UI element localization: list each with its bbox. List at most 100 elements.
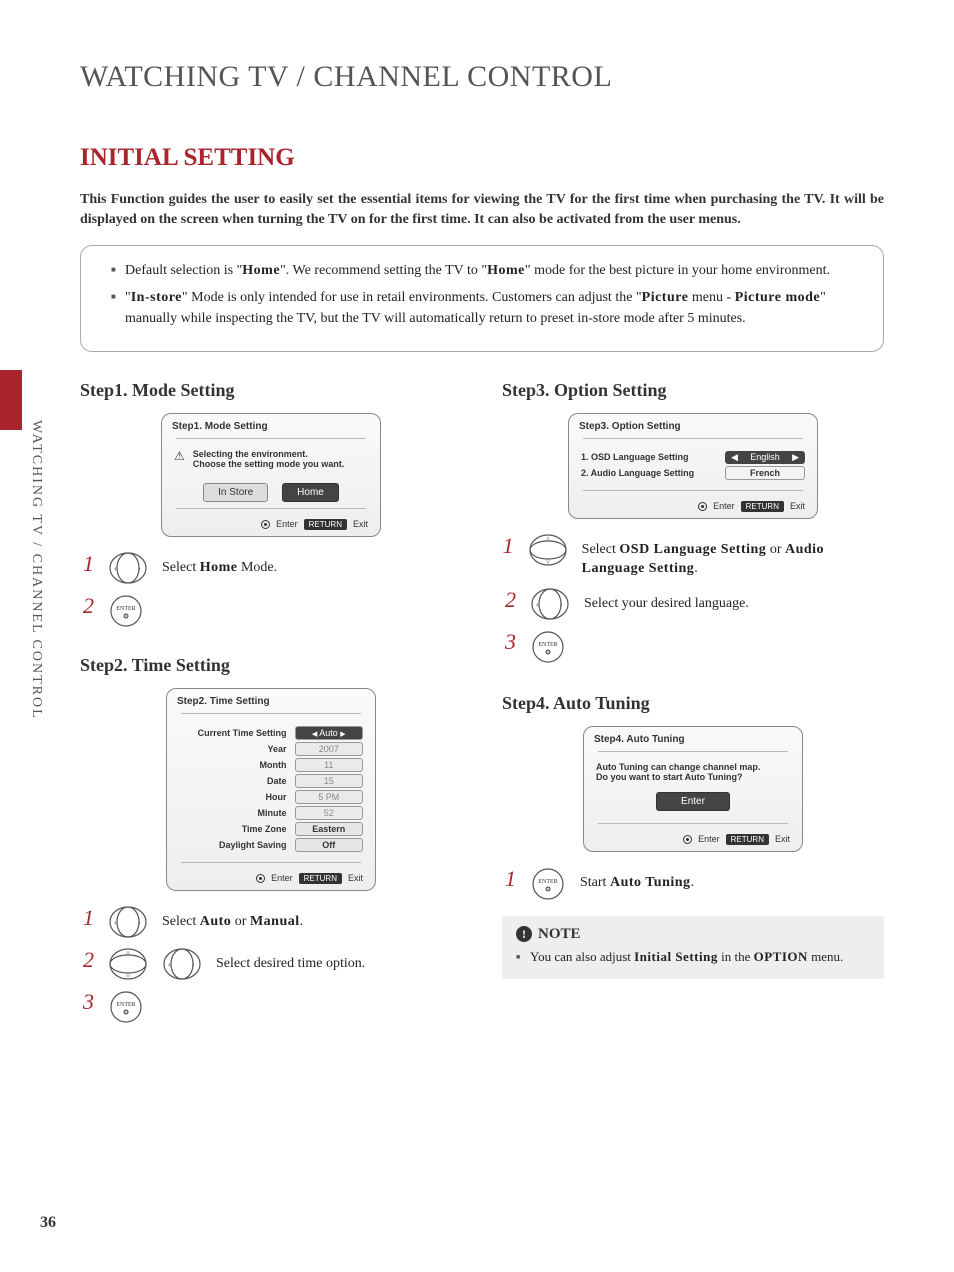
svg-text:ENTER: ENTER (116, 1002, 135, 1008)
time-row-label: Year (179, 744, 287, 754)
svg-text:›: › (192, 960, 195, 969)
instore-button[interactable]: In Store (203, 483, 268, 502)
enter-button[interactable]: Enter (656, 792, 730, 811)
time-row-value[interactable]: ◀ Auto ▶ (295, 726, 363, 740)
sidebar-section-label: WATCHING TV / CHANNEL CONTROL (28, 420, 44, 720)
svg-text:ENTER: ENTER (538, 879, 557, 885)
page-number: 36 (40, 1214, 56, 1232)
time-row-value[interactable]: 11 (295, 758, 363, 772)
info-bullet-1: Default selection is "Home". We recommen… (111, 260, 863, 281)
time-row-value[interactable]: Off (295, 838, 363, 852)
left-column: Step1. Mode Setting Step1. Mode Setting … (80, 380, 462, 1033)
right-column: Step3. Option Setting Step3. Option Sett… (502, 380, 884, 1033)
step1-instr1-text: Select Home Mode. (162, 551, 277, 578)
step4-osd-msg1: Auto Tuning can change channel map. (596, 762, 790, 772)
time-row-label: Current Time Setting (179, 728, 287, 738)
target-icon (256, 874, 265, 883)
step3-instr1-num: 1 (502, 533, 514, 557)
info-box: Default selection is "Home". We recommen… (80, 245, 884, 352)
dpad-updown-icon: ˄˅ (528, 533, 568, 567)
time-row-label: Date (179, 776, 287, 786)
time-row-label: Month (179, 760, 287, 770)
step1-osd-msg2: Choose the setting mode you want. (193, 459, 345, 469)
step2-instr1-num: 1 (80, 905, 94, 929)
time-row-value[interactable]: Eastern (295, 822, 363, 836)
dpad-leftright-icon: ‹› (108, 551, 148, 585)
time-row-label: Minute (179, 808, 287, 818)
svg-text:‹: ‹ (114, 564, 117, 573)
target-icon (261, 520, 270, 529)
enter-button-icon: ENTER (530, 866, 566, 902)
step3-heading: Step3. Option Setting (502, 380, 884, 401)
note-icon: ! (516, 926, 532, 942)
step3-instr3-num: 3 (502, 629, 516, 653)
step1-heading: Step1. Mode Setting (80, 380, 462, 401)
svg-text:›: › (560, 600, 563, 609)
time-row-value[interactable]: 15 (295, 774, 363, 788)
time-row-label: Hour (179, 792, 287, 802)
svg-text:‹: ‹ (114, 918, 117, 927)
time-row-value[interactable]: 5 PM (295, 790, 363, 804)
time-row-value[interactable]: 2007 (295, 742, 363, 756)
step1-osd-title: Step1. Mode Setting (162, 414, 380, 436)
note-title: NOTE (538, 926, 581, 943)
step1-instr1-num: 1 (80, 551, 94, 575)
step1-osd: Step1. Mode Setting ⚠ Selecting the envi… (161, 413, 381, 537)
osd-footer: Enter RETURN Exit (162, 515, 380, 536)
time-row: Daylight Saving Off (179, 838, 363, 852)
svg-text:ENTER: ENTER (116, 606, 135, 612)
time-row-label: Daylight Saving (179, 840, 287, 850)
intro-paragraph: This Function guides the user to easily … (80, 190, 884, 231)
enter-button-icon: ENTER (530, 629, 566, 665)
step2-heading: Step2. Time Setting (80, 655, 462, 676)
step2-osd: Step2. Time Setting Current Time Setting… (166, 688, 376, 891)
target-icon (698, 502, 707, 511)
step4-instr1-text: Start Auto Tuning. (580, 866, 694, 893)
step4-instr1-num: 1 (502, 866, 516, 890)
dpad-leftright-icon: ‹› (108, 905, 148, 939)
step2-instr2-text: Select desired time option. (216, 947, 365, 974)
dpad-updown-icon: ˄˅ (108, 947, 148, 981)
home-button[interactable]: Home (282, 483, 339, 502)
time-row-value[interactable]: 52 (295, 806, 363, 820)
step4-osd: Step4. Auto Tuning Auto Tuning can chang… (583, 726, 803, 852)
osd-footer: Enter RETURN Exit (167, 869, 375, 890)
note-body: You can also adjust Initial Setting in t… (516, 949, 870, 965)
step2-instr1-text: Select Auto or Manual. (162, 905, 303, 932)
time-row: Month 11 (179, 758, 363, 772)
warning-icon: ⚠ (174, 449, 185, 463)
svg-text:˄: ˄ (126, 949, 130, 957)
osd-lang-label: 1. OSD Language Setting (581, 452, 689, 462)
osd-lang-value[interactable]: ◀English▶ (725, 451, 805, 464)
time-row: Hour 5 PM (179, 790, 363, 804)
step2-instr3-num: 3 (80, 989, 94, 1013)
info-bullet-2: "In-store" Mode is only intended for use… (111, 287, 863, 329)
svg-text:ENTER: ENTER (538, 642, 557, 648)
time-row-label: Time Zone (179, 824, 287, 834)
svg-text:‹: ‹ (168, 960, 171, 969)
time-row: Minute 52 (179, 806, 363, 820)
svg-text:˄: ˄ (546, 535, 550, 543)
step4-osd-msg2: Do you want to start Auto Tuning? (596, 772, 790, 782)
time-row: Year 2007 (179, 742, 363, 756)
enter-button-icon: ENTER (108, 989, 144, 1025)
note-box: ! NOTE You can also adjust Initial Setti… (502, 916, 884, 979)
audio-lang-label: 2. Audio Language Setting (581, 468, 694, 478)
target-icon (683, 835, 692, 844)
step4-heading: Step4. Auto Tuning (502, 693, 884, 714)
step3-osd: Step3. Option Setting 1. OSD Language Se… (568, 413, 818, 519)
time-row: Time Zone Eastern (179, 822, 363, 836)
dpad-leftright-icon: ‹› (530, 587, 570, 621)
step2-osd-title: Step2. Time Setting (167, 689, 375, 711)
audio-lang-value[interactable]: French (725, 466, 805, 480)
step3-instr2-text: Select your desired language. (584, 587, 749, 614)
enter-button-icon: ENTER (108, 593, 144, 629)
step4-osd-title: Step4. Auto Tuning (584, 727, 802, 749)
step1-osd-msg1: Selecting the environment. (193, 449, 345, 459)
svg-text:‹: ‹ (536, 600, 539, 609)
time-row: Date 15 (179, 774, 363, 788)
svg-text:˅: ˅ (546, 558, 550, 566)
time-row: Current Time Setting ◀ Auto ▶ (179, 726, 363, 740)
sidebar-accent (0, 370, 22, 430)
step1-instr2-num: 2 (80, 593, 94, 617)
